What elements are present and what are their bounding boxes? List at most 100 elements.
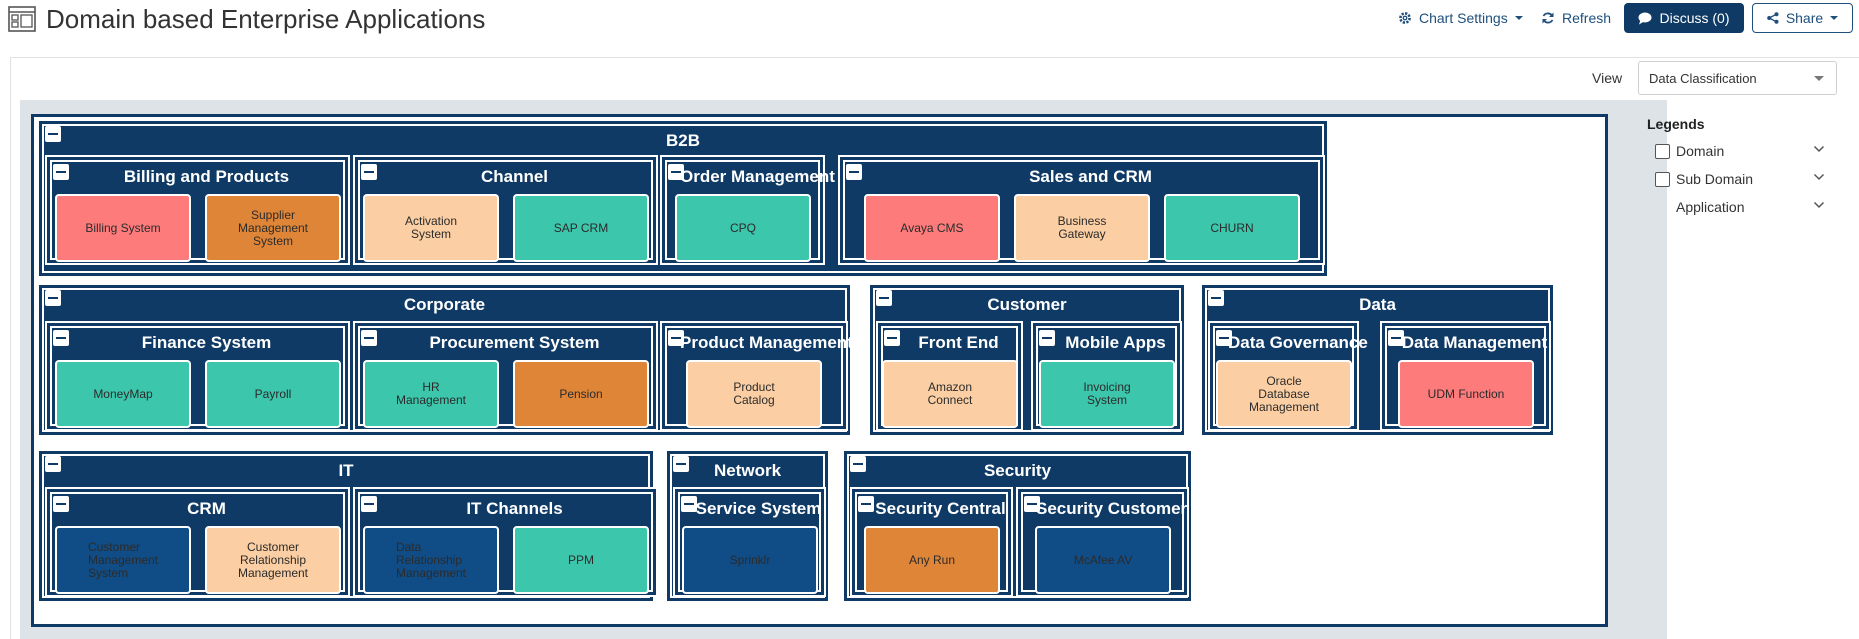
app-label: Product Catalog <box>733 380 775 407</box>
app-billing-system[interactable]: Billing System <box>55 194 191 262</box>
subdomain-title: Product Management <box>680 333 853 352</box>
refresh-button[interactable]: Refresh <box>1541 8 1611 28</box>
dropdown-arrow-icon <box>1814 76 1824 81</box>
app-supplier-management-system[interactable]: Supplier Management System <box>205 194 341 262</box>
discuss-button[interactable]: Discuss (0) <box>1624 3 1744 33</box>
subdomain-finance-system: Finance System MoneyMap Payroll <box>45 321 350 431</box>
app-oracle-database-management[interactable]: Oracle Database Management <box>1216 360 1352 428</box>
app-udm-function[interactable]: UDM Function <box>1398 360 1534 428</box>
collapse-toggle-icon[interactable] <box>876 290 892 306</box>
app-label: Oracle Database Management <box>1248 373 1320 414</box>
collapse-toggle-icon[interactable] <box>1208 290 1224 306</box>
app-sprinklr[interactable]: Sprinklr <box>682 526 818 594</box>
domain-title: B2B <box>665 131 700 150</box>
domain-title: Corporate <box>403 295 486 314</box>
collapse-toggle-icon[interactable] <box>53 330 69 346</box>
app-label: Business Gateway <box>1057 214 1107 241</box>
legend-item-application[interactable]: Application <box>1655 197 1825 217</box>
chart-settings-button[interactable]: Chart Settings <box>1398 8 1523 28</box>
app-label: PPM <box>567 552 594 567</box>
app-ppm[interactable]: PPM <box>513 526 649 594</box>
app-churn[interactable]: CHURN <box>1164 194 1300 262</box>
app-label: SAP CRM <box>553 220 609 235</box>
collapse-toggle-icon[interactable] <box>53 496 69 512</box>
app-activation-system[interactable]: Activation System <box>363 194 499 262</box>
domain-title: Customer <box>987 295 1067 314</box>
subdomain-front-end: Front End Amazon Connect <box>876 321 1023 431</box>
app-pension[interactable]: Pension <box>513 360 649 428</box>
subdomain-title: Sales and CRM <box>1029 167 1152 186</box>
domain-title: Security <box>983 461 1052 480</box>
collapse-toggle-icon[interactable] <box>673 456 689 472</box>
app-product-catalog[interactable]: Product Catalog <box>686 360 822 428</box>
subdomain-title: Billing and Products <box>123 167 290 186</box>
collapse-toggle-icon[interactable] <box>846 164 862 180</box>
app-label: Customer Management System <box>87 539 159 580</box>
chevron-down-icon[interactable] <box>1813 173 1825 181</box>
collapse-toggle-icon[interactable] <box>1216 330 1232 346</box>
collapse-toggle-icon[interactable] <box>858 496 874 512</box>
legend-title: Legends <box>1647 116 1705 132</box>
app-hr-management[interactable]: HR Management <box>363 360 499 428</box>
legend-label: Sub Domain <box>1676 171 1754 187</box>
collapse-toggle-icon[interactable] <box>361 496 377 512</box>
subdomain-security-central: Security Central Any Run <box>850 487 1013 597</box>
chevron-down-icon[interactable] <box>1813 201 1825 209</box>
subdomain-order-management: Order Management CPQ <box>660 155 835 265</box>
collapse-toggle-icon[interactable] <box>681 496 697 512</box>
page-title: Domain based Enterprise Applications <box>46 4 486 34</box>
app-label: UDM Function <box>1427 386 1505 401</box>
collapse-toggle-icon[interactable] <box>884 330 900 346</box>
subdomain-title: Order Management <box>680 167 835 186</box>
app-avaya-cms[interactable]: Avaya CMS <box>864 194 1000 262</box>
app-invoicing-system[interactable]: Invoicing System <box>1039 360 1175 428</box>
collapse-toggle-icon[interactable] <box>45 290 61 306</box>
domain-title: Network <box>713 461 782 480</box>
subdomain-crm: CRM Customer Management System Customer Re… <box>45 487 350 597</box>
app-label: Invoicing System <box>1083 380 1131 407</box>
app-label: Amazon Connect <box>927 380 973 407</box>
collapse-toggle-icon[interactable] <box>361 164 377 180</box>
collapse-toggle-icon[interactable] <box>45 456 61 472</box>
app-any-run[interactable]: Any Run <box>864 526 1000 594</box>
view-select[interactable]: Data Classification <box>1638 61 1837 95</box>
legend-item-domain[interactable]: Domain <box>1655 141 1825 161</box>
app-mcafee-av[interactable]: McAfee AV <box>1035 526 1171 594</box>
app-amazon-connect[interactable]: Amazon Connect <box>882 360 1018 428</box>
collapse-toggle-icon[interactable] <box>45 126 61 142</box>
domain-title: Data <box>1359 295 1396 314</box>
subdomain-sales-and-crm: Sales and CRM Avaya CMS Business Gateway CH… <box>838 155 1325 265</box>
collapse-toggle-icon[interactable] <box>1024 496 1040 512</box>
subdomain-title: Channel <box>480 167 549 186</box>
legend-checkbox[interactable] <box>1655 143 1670 159</box>
app-data-relationship-management[interactable]: Data Relationship Management <box>363 526 499 594</box>
subdomain-billing-and-products: Billing and Products Billing System Suppli… <box>45 155 350 265</box>
subdomain-data-management: Data Management UDM Function <box>1380 321 1551 431</box>
app-label: MoneyMap <box>93 386 153 401</box>
collapse-toggle-icon[interactable] <box>53 164 69 180</box>
app-business-gateway[interactable]: Business Gateway <box>1014 194 1150 262</box>
app-label: Any Run <box>908 552 956 567</box>
subdomain-procurement-system: Procurement System HR Management Pension <box>353 321 658 431</box>
collapse-toggle-icon[interactable] <box>1039 330 1055 346</box>
app-label: Avaya CMS <box>900 220 964 235</box>
collapse-toggle-icon[interactable] <box>668 164 684 180</box>
legend-item-sub-domain[interactable]: Sub Domain <box>1655 169 1825 189</box>
app-customer-management-system[interactable]: Customer Management System <box>55 526 191 594</box>
legend-checkbox[interactable] <box>1655 171 1670 187</box>
collapse-toggle-icon[interactable] <box>1388 330 1404 346</box>
app-customer-relationship-management[interactable]: Customer Relationship Management <box>205 526 341 594</box>
share-label: Share <box>1785 10 1824 26</box>
app-payroll[interactable]: Payroll <box>205 360 341 428</box>
collapse-toggle-icon[interactable] <box>361 330 377 346</box>
app-moneymap[interactable]: MoneyMap <box>55 360 191 428</box>
chevron-down-icon[interactable] <box>1813 145 1825 153</box>
refresh-icon <box>1542 12 1554 24</box>
collapse-toggle-icon[interactable] <box>850 456 866 472</box>
app-label: Activation System <box>404 214 458 241</box>
share-button[interactable]: Share <box>1752 3 1853 33</box>
app-sap-crm[interactable]: SAP CRM <box>513 194 649 262</box>
app-cpq[interactable]: CPQ <box>675 194 811 262</box>
collapse-toggle-icon[interactable] <box>668 330 684 346</box>
subdomain-product-management: Product Management Product Catalog <box>660 321 853 431</box>
